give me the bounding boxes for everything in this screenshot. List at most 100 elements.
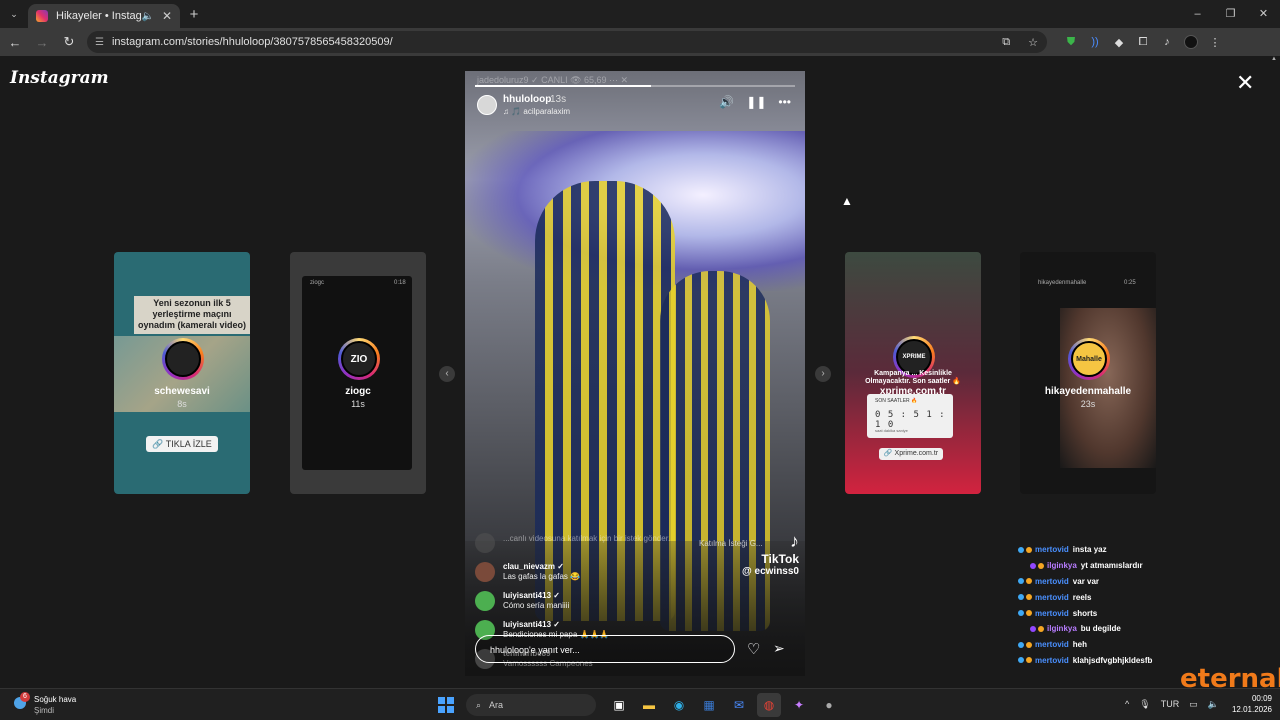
minimize-button[interactable]: – xyxy=(1181,0,1214,28)
avatar[interactable] xyxy=(475,533,495,553)
chat-username[interactable]: mertovid xyxy=(1035,593,1069,602)
browser-tab-active[interactable]: Hikayeler • Instagram 🔈 ✕ xyxy=(28,4,180,28)
volume-icon[interactable]: 🔊 xyxy=(719,95,734,109)
avatar[interactable] xyxy=(475,562,495,582)
site-info-icon[interactable]: ☰ xyxy=(95,37,104,48)
edge-icon[interactable]: ◉ xyxy=(667,693,691,717)
stories-viewer: Instagram ✕ ▲ Yeni sezonun ilk 5 yerleşt… xyxy=(0,56,1280,694)
reply-input[interactable]: hhuloloop'e yanıt ver... xyxy=(475,635,735,663)
media-control-icon[interactable]: ♪ xyxy=(1155,36,1179,48)
chat-username[interactable]: mertovid xyxy=(1035,609,1069,618)
chat-username[interactable]: mertovid xyxy=(1035,640,1069,649)
badge-icon xyxy=(1026,641,1032,648)
url-text[interactable]: instagram.com/stories/hhuloloop/38075785… xyxy=(112,36,993,48)
comment-username[interactable]: clau_nievazm ✓ xyxy=(503,562,580,571)
stream-chat-overlay: mertovid insta yaz ilginkya yt atmamıslardı… xyxy=(1018,542,1218,668)
active-story[interactable]: jadedoluruz9 ✓ CANLI 👁 65,69 ··· ✕ hhulo… xyxy=(465,71,805,676)
story-link-sticker[interactable]: 🔗 TIKLA İZLE xyxy=(146,436,218,452)
chat-message: mertovid shorts xyxy=(1018,605,1218,621)
pause-icon[interactable]: ❚❚ xyxy=(746,95,766,109)
countdown-sticker: SON SAATLER 🔥 0 5 : 5 1 : 1 0 saat dakik… xyxy=(867,394,953,438)
audio-extension-icon[interactable]: )) xyxy=(1083,36,1107,48)
scrollbar[interactable]: ▲ xyxy=(1270,56,1278,688)
story-controls: 🔊 ❚❚ ••• xyxy=(719,95,791,109)
chrome-icon[interactable]: ◍ xyxy=(757,693,781,717)
install-app-icon[interactable]: ⧉ xyxy=(1002,36,1010,49)
back-icon[interactable]: ← xyxy=(3,35,27,50)
clock[interactable]: 00:09 12.01.2026 xyxy=(1232,693,1272,715)
instagram-logo[interactable]: Instagram xyxy=(10,68,109,88)
store-icon[interactable]: ▦ xyxy=(697,693,721,717)
network-icon[interactable]: ▭ xyxy=(1189,699,1198,710)
diamond-extension-icon[interactable]: ◆ xyxy=(1107,36,1131,49)
story-progress-bar xyxy=(475,85,795,87)
tiktok-icon: ♪ xyxy=(790,531,799,551)
tab-search-menu-button[interactable]: ⌄ xyxy=(0,0,28,28)
forward-icon[interactable]: → xyxy=(30,35,54,50)
system-tray: ^ 🎙 TUR ▭ 🔈 00:09 12.01.2026 xyxy=(1120,693,1272,715)
volume-icon[interactable]: 🔈 xyxy=(1208,699,1219,710)
scroll-up-icon[interactable]: ▲ xyxy=(1270,56,1278,62)
chat-username[interactable]: ilginkya xyxy=(1047,624,1077,633)
chat-message: mertovid var var xyxy=(1018,574,1218,590)
tab-close-icon[interactable]: ✕ xyxy=(162,9,172,23)
comment-username[interactable]: luiyisanti413 ✓ xyxy=(503,591,569,600)
maximize-button[interactable]: ❐ xyxy=(1214,0,1247,28)
copilot-icon[interactable]: ✦ xyxy=(787,693,811,717)
story-preview-ziogc[interactable]: ziogc 0:18 ZIO ziogc 11s xyxy=(290,252,426,494)
chat-username[interactable]: ilginkya xyxy=(1047,561,1077,570)
story-banner-text: Yeni sezonun ilk 5 yerleştirme maçını oy… xyxy=(134,296,250,334)
more-menu-icon[interactable]: ⋮ xyxy=(1203,36,1227,49)
story-avatar-ring xyxy=(162,338,204,380)
send-icon[interactable]: ➢ xyxy=(773,640,785,657)
story-mini-username: hikayedenmahalle xyxy=(1038,280,1087,286)
story-preview-hikayedenmahalle[interactable]: hikayedenmahalle 0:25 Mahalle hikayedenm… xyxy=(1020,252,1156,494)
chat-text: klahjsdfvgbhjkldesfb xyxy=(1072,655,1153,665)
taskbar-search[interactable]: ⌕ Ara xyxy=(466,694,596,716)
chat-username[interactable]: mertovid xyxy=(1035,656,1069,665)
search-placeholder: Ara xyxy=(489,700,504,710)
comment-item: clau_nievazm ✓ Las gafas la gafas 😂 xyxy=(475,562,735,582)
microphone-icon[interactable]: 🎙 xyxy=(1139,699,1150,710)
chat-username[interactable]: mertovid xyxy=(1035,577,1069,586)
task-view-icon[interactable]: ▣ xyxy=(607,693,631,717)
new-tab-button[interactable]: + xyxy=(180,6,208,23)
outlook-icon[interactable]: ✉ xyxy=(727,693,751,717)
shield-extension-icon[interactable]: ⛊ xyxy=(1059,36,1083,49)
heart-icon[interactable]: ♡ xyxy=(747,640,760,658)
start-button[interactable] xyxy=(438,697,454,713)
story-username[interactable]: hhuloloop xyxy=(503,94,551,105)
badge-icon xyxy=(1026,578,1032,585)
file-explorer-icon[interactable]: ▬ xyxy=(637,693,661,717)
previous-story-button[interactable]: ‹ xyxy=(439,366,455,382)
story-preview-xprime[interactable]: XPRIME Kampanya ... Kesinlikle Olmayacak… xyxy=(845,252,981,494)
bookmark-star-icon[interactable]: ☆ xyxy=(1028,36,1038,49)
extensions-area: ⛊ )) ◆ ⧠ ♪ ⋮ xyxy=(1059,35,1227,49)
badge-icon xyxy=(1026,657,1032,664)
language-indicator[interactable]: TUR xyxy=(1161,699,1180,709)
comment-item: luiyisanti413 ✓ Cómo sería maniiii xyxy=(475,591,735,611)
avatar[interactable] xyxy=(477,95,497,115)
chat-text: bu degilde xyxy=(1080,624,1121,634)
story-preview-schewesavi[interactable]: Yeni sezonun ilk 5 yerleştirme maçını oy… xyxy=(114,252,250,494)
more-options-icon[interactable]: ••• xyxy=(778,95,791,109)
close-stories-icon[interactable]: ✕ xyxy=(1236,70,1254,96)
comment-username[interactable]: luiyisanti413 ✓ xyxy=(503,620,609,629)
chat-username[interactable]: mertovid xyxy=(1035,545,1069,554)
badge-icon xyxy=(1038,562,1044,569)
chat-text: var var xyxy=(1072,576,1100,586)
profile-avatar[interactable] xyxy=(1184,35,1198,49)
next-story-button[interactable]: › xyxy=(815,366,831,382)
app-icon[interactable]: ● xyxy=(817,693,841,717)
story-link-sticker[interactable]: 🔗 Xprime.com.tr xyxy=(879,448,943,460)
close-window-button[interactable]: ✕ xyxy=(1247,0,1280,28)
address-bar[interactable]: ☰ instagram.com/stories/hhuloloop/380757… xyxy=(87,31,1047,53)
story-avatar-ring: Mahalle xyxy=(1068,338,1110,380)
puzzle-extensions-icon[interactable]: ⧠ xyxy=(1131,36,1155,49)
tab-audio-icon[interactable]: 🔈 xyxy=(141,11,153,22)
story-music-label[interactable]: ♫ 🎵 acilparalaxim xyxy=(503,107,570,116)
badge-icon xyxy=(1018,610,1024,617)
reload-icon[interactable]: ↻ xyxy=(57,34,81,50)
tray-chevron-icon[interactable]: ^ xyxy=(1125,699,1129,709)
avatar[interactable] xyxy=(475,591,495,611)
